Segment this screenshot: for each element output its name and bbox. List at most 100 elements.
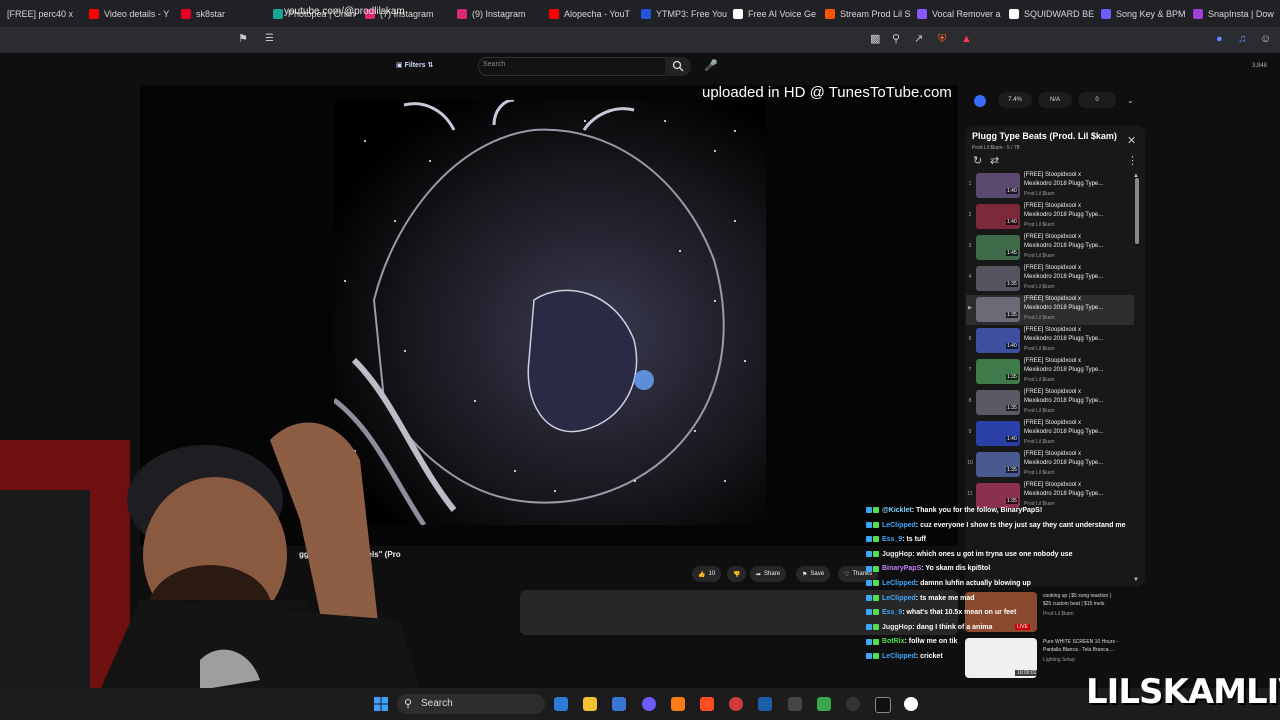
tab-favicon-icon — [181, 8, 191, 19]
browser-tab[interactable]: SQUIDWARD BE — [1002, 0, 1094, 27]
browser-tab[interactable]: Free AI Voice Ge — [726, 0, 818, 27]
browser-tab[interactable]: Stream Prod Lil S — [818, 0, 911, 27]
capcut-icon[interactable] — [875, 697, 891, 713]
chat-badge-icon — [866, 521, 872, 528]
tab-favicon-icon — [1009, 8, 1019, 19]
browser-tab[interactable]: Song Key & BPM — [1094, 0, 1186, 27]
star-sparkle — [344, 280, 346, 282]
playlist-item-number: 4 — [968, 274, 972, 280]
playlist-duration: 1:35 — [1006, 281, 1018, 287]
shuffle-icon[interactable]: ⇄ — [990, 155, 999, 167]
playlist-item[interactable]: 7 1:35 [FREE] Stoopidxool x Mexikodro 2018 … — [966, 357, 1134, 387]
4k-downloader-icon[interactable] — [846, 697, 860, 711]
playlist-scrollbar[interactable] — [1135, 178, 1139, 244]
profile-icon[interactable]: ☺ — [1260, 33, 1271, 45]
search-input[interactable] — [478, 57, 666, 76]
tab-favicon-icon — [1193, 8, 1203, 19]
scroll-down-icon[interactable]: ▼ — [1133, 574, 1139, 586]
share-button[interactable]: ➦ Share — [750, 566, 787, 582]
browser-tab[interactable]: sk8star — [174, 0, 266, 27]
search-button[interactable] — [665, 57, 691, 76]
filters-button[interactable]: ▣ Filters ⇅ — [396, 61, 433, 69]
tab-label: Song Key & BPM — [1116, 8, 1186, 19]
playlist-item[interactable]: 3 1:45 [FREE] Stoopidxool x Mexikodro 2018 … — [966, 233, 1134, 263]
tab-label: Video details - Y — [104, 8, 170, 19]
app-icon[interactable] — [788, 697, 802, 711]
save-button[interactable]: ⚑ Save — [796, 566, 831, 582]
bookmark-icon[interactable]: ⚑ — [238, 33, 248, 45]
browser-tab[interactable]: (9) Instagram — [450, 0, 542, 27]
star-sparkle — [584, 120, 586, 122]
windows-start-icon[interactable] — [374, 697, 388, 711]
extension-icon[interactable]: ● — [1216, 33, 1223, 45]
url-field[interactable]: youtube.com/@prodlilskam — [284, 6, 405, 17]
brave-icon[interactable] — [700, 697, 714, 711]
discord-icon[interactable] — [642, 697, 656, 711]
share-page-icon[interactable]: ↗ — [914, 33, 923, 45]
chat-badge-icon — [866, 536, 872, 543]
browser-tab[interactable]: Video details - Y — [82, 0, 174, 27]
tab-label: Vocal Remover a — [932, 8, 1001, 19]
close-icon[interactable]: ✕ — [1127, 135, 1136, 147]
file-explorer-icon[interactable] — [583, 697, 597, 711]
playlist-item-channel: Prod Lil $kam — [1024, 377, 1055, 383]
browser-tab[interactable]: YTMP3: Free You — [634, 0, 727, 27]
audio-icon[interactable]: ♫ — [1238, 33, 1246, 45]
chat-text: : follw me on tik — [904, 638, 958, 646]
browser-tab[interactable]: Vocal Remover a — [910, 0, 1002, 27]
screen-icon[interactable]: ▩ — [870, 33, 880, 45]
zoom-icon[interactable]: ⚲ — [892, 33, 900, 45]
brave-rewards-icon[interactable]: ▲ — [961, 33, 972, 45]
star-sparkle — [694, 430, 696, 432]
media-player-icon[interactable] — [904, 697, 918, 711]
steam-icon[interactable] — [758, 697, 772, 711]
site-info-icon[interactable]: ☰ — [265, 33, 274, 45]
playlist-thumbnail — [976, 483, 1020, 508]
playlist-item[interactable]: 1:35 [FREE] Stoopidxool x Mexikodro 2018 P… — [966, 295, 1134, 325]
chat-text: : which ones u got im tryna use one nobo… — [912, 550, 1073, 558]
taskbar-search[interactable] — [397, 694, 545, 714]
chat-username: LeClipped — [881, 580, 916, 587]
playlist-item[interactable]: 9 1:40 [FREE] Stoopidxool x Mexikodro 2018 … — [966, 419, 1134, 449]
fl-studio-icon[interactable] — [671, 697, 685, 711]
scroll-up-icon[interactable]: ▲ — [1133, 170, 1139, 182]
playlist-item-title-2: Mexikodro 2018 Plugg Type... — [1024, 305, 1104, 311]
heart-icon: ♡ — [844, 571, 850, 578]
recommended-badge: LIVE — [1015, 624, 1030, 630]
playlist-title[interactable]: Plugg Type Beats (Prod. Lil $kam) — [972, 131, 1117, 141]
playlist-thumbnail — [976, 359, 1020, 384]
obs-icon[interactable] — [729, 697, 743, 711]
playlist-thumbnail — [976, 390, 1020, 415]
store-icon[interactable] — [612, 697, 626, 711]
chevron-down-icon[interactable]: ⌄ — [1127, 95, 1134, 107]
playlist-item[interactable]: 4 1:35 [FREE] Stoopidxool x Mexikodro 2018 … — [966, 264, 1134, 294]
playlist-item[interactable]: 8 1:35 [FREE] Stoopidxool x Mexikodro 2018 … — [966, 388, 1134, 418]
browser-tab[interactable]: [FREE] perc40 x — [0, 0, 82, 27]
chat-message: LeClipped: damnn luhfin actually blowing… — [866, 580, 1031, 587]
chat-username: JuggHop — [881, 550, 913, 558]
playlist-item[interactable]: 2 1:40 [FREE] Stoopidxool x Mexikodro 2018 … — [966, 202, 1134, 232]
playlist-item-title-2: Mexikodro 2018 Plugg Type... — [1024, 243, 1104, 249]
microphone-icon[interactable]: 🎤 — [704, 60, 718, 72]
spreadsheet-icon[interactable] — [817, 697, 831, 711]
loop-icon[interactable]: ↻ — [973, 155, 982, 167]
taskbar-search-icon: ⚲ — [404, 698, 413, 710]
brave-shield-icon[interactable]: ⛨ — [938, 33, 946, 45]
playlist-item[interactable]: 10 1:35 [FREE] Stoopidxool x Mexikodro 2018… — [966, 450, 1134, 480]
playlist-thumbnail — [976, 204, 1020, 229]
like-button[interactable]: 👍 10 — [692, 566, 722, 582]
star-sparkle — [724, 480, 726, 482]
browser-tab[interactable]: Alopecha - YouT — [542, 0, 634, 27]
more-options-icon[interactable]: ⋮ — [1127, 155, 1138, 167]
tab-label: (9) Instagram — [472, 8, 526, 19]
copilot-icon[interactable] — [554, 697, 568, 711]
tab-label: Stream Prod Lil S — [840, 8, 911, 19]
playlist-item-number: 2 — [968, 212, 972, 218]
dislike-button[interactable]: 👎 — [727, 566, 747, 582]
browser-tab[interactable]: SnapInsta | Dow — [1186, 0, 1278, 27]
recommended-title: Pure WHITE SCREEN 10 Hours - — [1043, 639, 1119, 645]
playlist-duration: 1:40 — [1006, 436, 1018, 442]
playlist-item[interactable]: 6 1:40 [FREE] Stoopidxool x Mexikodro 2018 … — [966, 326, 1134, 356]
playlist-item[interactable]: 1 1:40 [FREE] Stoopidxool x Mexikodro 2018 … — [966, 171, 1134, 201]
playlist-item-channel: Prod Lil $kam — [1024, 408, 1055, 414]
